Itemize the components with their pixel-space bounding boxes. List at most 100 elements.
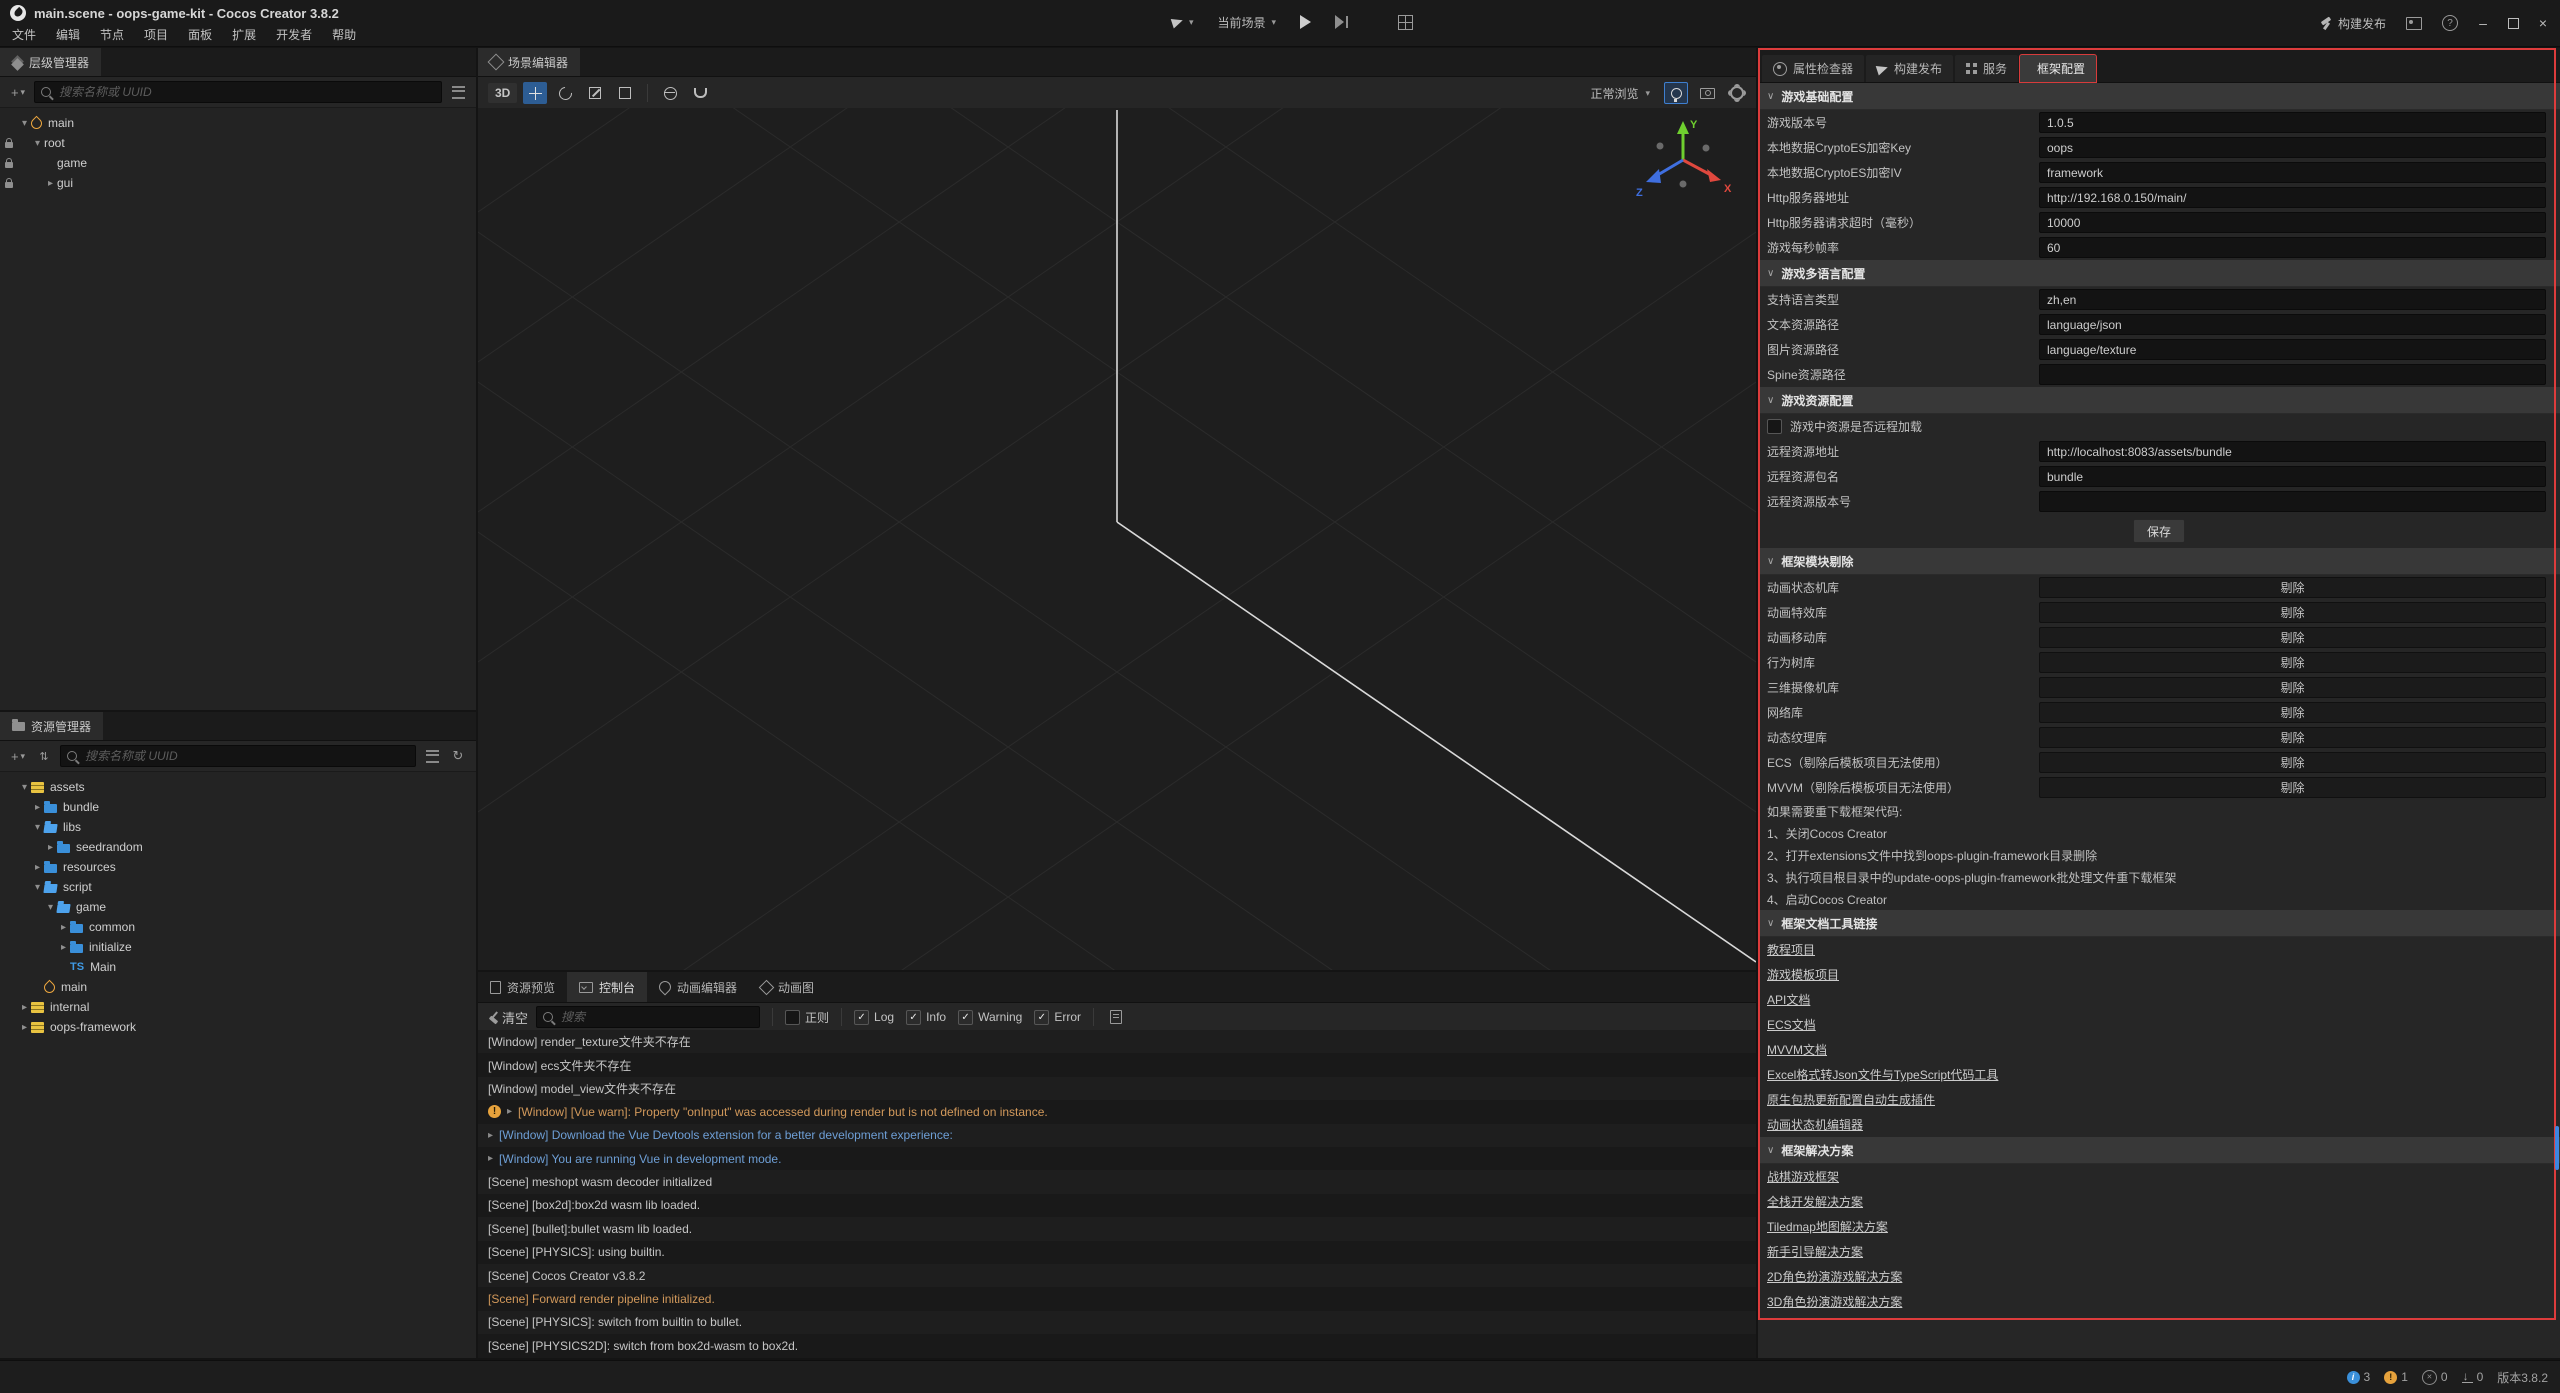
console-tab[interactable]: 动画图 xyxy=(749,972,826,1002)
menu-item[interactable]: 项目 xyxy=(134,26,178,43)
form-input[interactable] xyxy=(2039,212,2546,233)
doc-link[interactable]: 原生包热更新配置自动生成插件 xyxy=(1767,1091,1935,1108)
console-log-row[interactable]: [Scene] meshopt wasm decoder initialized xyxy=(478,1170,1756,1193)
chevron-icon[interactable] xyxy=(18,1002,31,1013)
sort-button[interactable]: ⇅ xyxy=(34,746,54,766)
doc-link[interactable]: 教程项目 xyxy=(1767,941,1815,958)
menu-item[interactable]: 面板 xyxy=(178,26,222,43)
create-asset-button[interactable]: +▾ xyxy=(8,746,28,766)
console-log-row[interactable]: [Window] ecs文件夹不存在 xyxy=(478,1053,1756,1076)
chevron-icon[interactable] xyxy=(57,942,70,953)
console-log-row[interactable]: [Scene] [PHYSICS]: switch from builtin t… xyxy=(478,1311,1756,1334)
chevron-icon[interactable] xyxy=(31,882,44,893)
console-log-row[interactable]: [Scene] Forward render pipeline initiali… xyxy=(478,1287,1756,1310)
tab-hierarchy[interactable]: 层级管理器 xyxy=(0,48,101,76)
assets-search-input[interactable] xyxy=(83,748,409,764)
console-search[interactable] xyxy=(536,1006,760,1028)
form-input[interactable] xyxy=(2039,314,2546,335)
lock-icon[interactable] xyxy=(5,162,13,168)
expand-arrow-icon[interactable] xyxy=(488,1153,493,1164)
menu-item[interactable]: 节点 xyxy=(90,26,134,43)
chevron-icon[interactable] xyxy=(31,822,44,833)
doc-link[interactable]: Excel格式转Json文件与TypeScript代码工具 xyxy=(1767,1066,1998,1083)
form-input[interactable] xyxy=(2039,466,2546,487)
tree-row[interactable]: oops-framework xyxy=(0,1017,476,1037)
doc-link[interactable]: API文档 xyxy=(1767,991,1810,1008)
help-button[interactable] xyxy=(2434,10,2466,36)
form-input[interactable] xyxy=(2039,237,2546,258)
tree-row[interactable]: initialize xyxy=(0,937,476,957)
console-tab[interactable]: 动画编辑器 xyxy=(647,972,749,1002)
tab-assets[interactable]: 资源管理器 xyxy=(0,712,103,740)
menu-item[interactable]: 帮助 xyxy=(322,26,366,43)
chevron-icon[interactable] xyxy=(31,862,44,873)
rotate-tool-button[interactable] xyxy=(553,82,577,104)
hierarchy-search[interactable] xyxy=(34,81,442,103)
chevron-icon[interactable] xyxy=(18,1022,31,1033)
snap-toggle-button[interactable] xyxy=(688,82,712,104)
solution-link[interactable]: 3D角色扮演游戏解决方案 xyxy=(1767,1293,1902,1310)
solution-link[interactable]: Tiledmap地图解决方案 xyxy=(1767,1218,1888,1235)
solution-link[interactable]: 新手引导解决方案 xyxy=(1767,1243,1863,1260)
preview-window-button[interactable] xyxy=(2398,10,2430,36)
form-input[interactable] xyxy=(2039,289,2546,310)
minimize-button[interactable]: – xyxy=(2470,8,2496,38)
tree-row[interactable]: game xyxy=(0,897,476,917)
tree-row[interactable]: common xyxy=(0,917,476,937)
layout-button[interactable] xyxy=(1390,9,1421,35)
chevron-icon[interactable] xyxy=(44,902,57,913)
console-log-row[interactable]: [Window] [Vue warn]: Property "onInput" … xyxy=(478,1100,1756,1123)
lock-icon[interactable] xyxy=(5,182,13,188)
form-input[interactable] xyxy=(2039,187,2546,208)
solution-link[interactable]: 战棋游戏框架 xyxy=(1767,1168,1839,1185)
console-tab[interactable]: 资源预览 xyxy=(478,972,567,1002)
pivot-toggle-button[interactable] xyxy=(658,82,682,104)
toggle-3d-button[interactable]: 3D xyxy=(488,83,517,103)
tree-row[interactable]: bundle xyxy=(0,797,476,817)
remove-module-button[interactable]: 剔除 xyxy=(2039,727,2546,748)
inspector-tab[interactable]: 服务 xyxy=(1955,55,2018,82)
scene-viewport[interactable]: Y X Z xyxy=(478,108,1756,970)
chevron-icon[interactable] xyxy=(31,802,44,813)
tree-row[interactable]: main xyxy=(0,113,476,133)
section-header-language[interactable]: 游戏多语言配置 xyxy=(1758,260,2560,287)
console-tab[interactable]: 控制台 xyxy=(567,972,647,1002)
inspector-tab[interactable]: 属性检查器 xyxy=(1762,55,1864,82)
filter-checkbox[interactable]: Error xyxy=(1034,1010,1081,1025)
tree-row[interactable]: seedrandom xyxy=(0,837,476,857)
export-log-button[interactable] xyxy=(1106,1007,1126,1027)
filter-checkbox[interactable]: Log xyxy=(854,1010,894,1025)
info-count[interactable]: 3 xyxy=(2347,1370,2371,1384)
tree-row[interactable]: libs xyxy=(0,817,476,837)
remove-module-button[interactable]: 剔除 xyxy=(2039,677,2546,698)
console-log-row[interactable]: [Window] model_view文件夹不存在 xyxy=(478,1077,1756,1100)
scale-tool-button[interactable] xyxy=(583,82,607,104)
tree-row[interactable]: gui xyxy=(0,173,476,193)
scene-settings-button[interactable] xyxy=(1726,83,1748,103)
solution-link[interactable]: 全栈开发解决方案 xyxy=(1767,1193,1863,1210)
error-count[interactable]: 0 xyxy=(2422,1370,2448,1385)
doc-link[interactable]: 游戏模板项目 xyxy=(1767,966,1839,983)
preview-target-button[interactable]: ▾ xyxy=(1164,9,1202,35)
console-log-row[interactable]: [Window] Download the Vue Devtools exten… xyxy=(478,1124,1756,1147)
inspector-tab[interactable]: 框架配置 xyxy=(2020,55,2096,82)
form-input[interactable] xyxy=(2039,162,2546,183)
remove-module-button[interactable]: 剔除 xyxy=(2039,627,2546,648)
scrollbar-thumb[interactable] xyxy=(2555,1126,2559,1170)
warning-count[interactable]: 1 xyxy=(2384,1370,2408,1384)
maximize-button[interactable] xyxy=(2500,8,2526,38)
form-input[interactable] xyxy=(2039,491,2546,512)
play-button[interactable] xyxy=(1292,9,1319,35)
expand-arrow-icon[interactable] xyxy=(488,1130,493,1141)
filter-button[interactable] xyxy=(448,82,468,102)
section-header-docs[interactable]: 框架文档工具链接 xyxy=(1758,910,2560,937)
remove-module-button[interactable]: 剔除 xyxy=(2039,777,2546,798)
hierarchy-search-input[interactable] xyxy=(57,84,435,100)
menu-item[interactable]: 文件 xyxy=(2,26,46,43)
step-button[interactable] xyxy=(1327,9,1356,35)
doc-link[interactable]: MVVM文档 xyxy=(1767,1041,1827,1058)
console-log-row[interactable]: [Scene] [PHYSICS]: using builtin. xyxy=(478,1241,1756,1264)
chevron-icon[interactable] xyxy=(31,138,44,149)
inspector-tab[interactable]: 构建发布 xyxy=(1866,55,1953,82)
create-node-button[interactable]: +▾ xyxy=(8,82,28,102)
